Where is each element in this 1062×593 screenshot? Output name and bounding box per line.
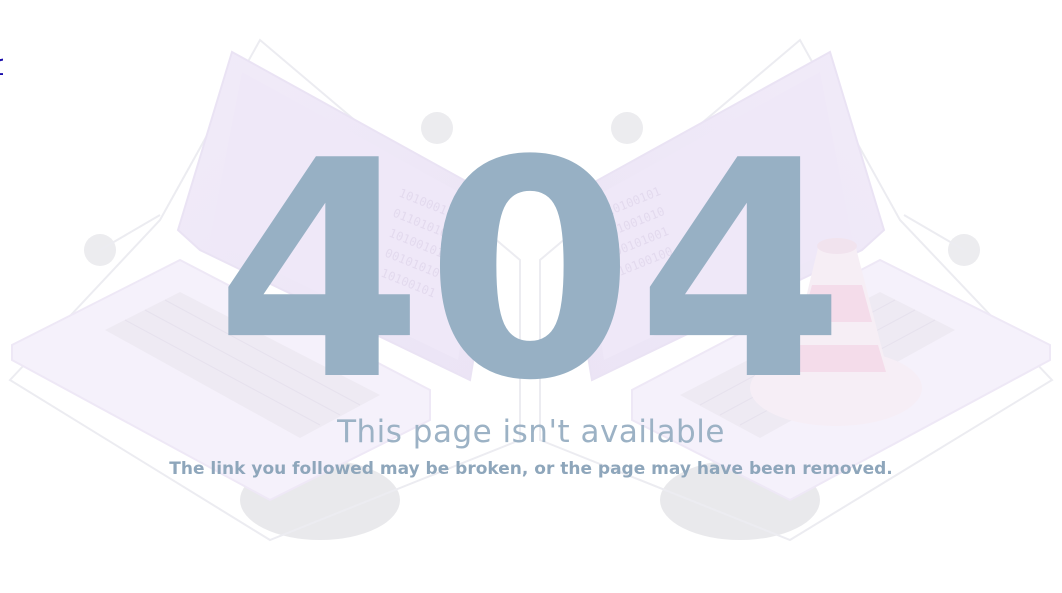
error-page: 10100011 01101010 10100101 00101010 1010… [0, 0, 1062, 593]
error-title: This page isn't available [337, 414, 725, 450]
error-code: 404 [214, 97, 848, 446]
error-message: The link you followed may be broken, or … [169, 459, 893, 479]
top-left-link[interactable]: 1 [0, 56, 3, 82]
